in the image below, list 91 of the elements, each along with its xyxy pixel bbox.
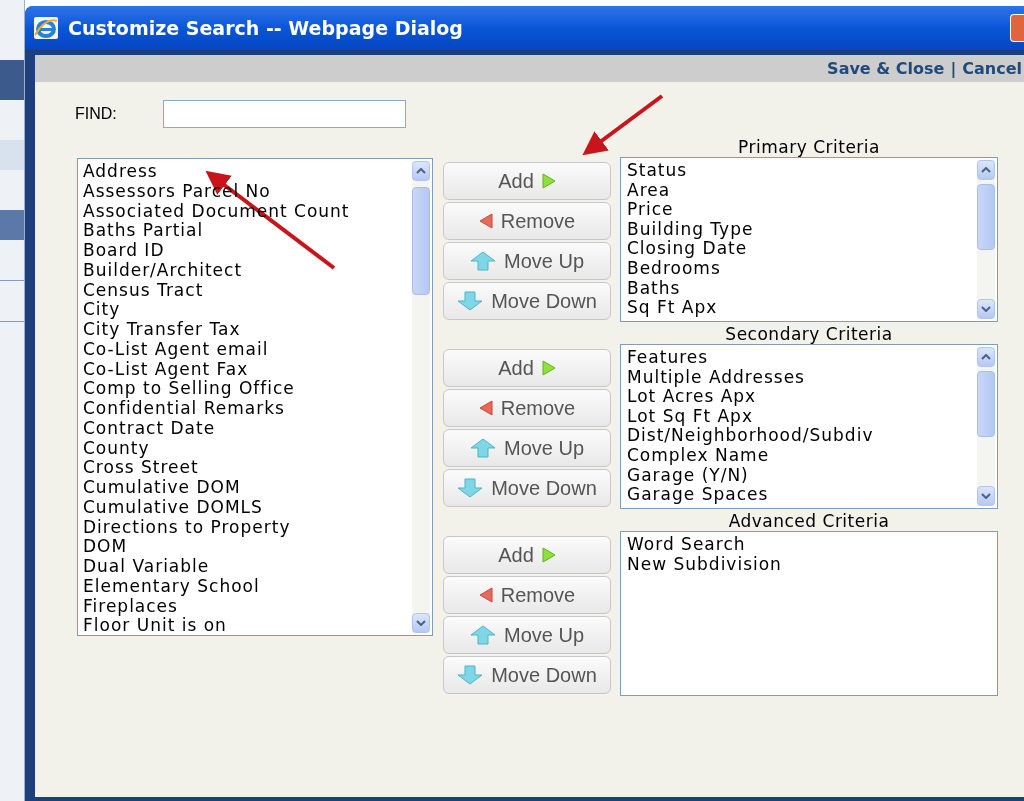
- list-item[interactable]: Sq Ft Apx: [627, 298, 718, 318]
- list-item[interactable]: Bedrooms: [627, 258, 721, 279]
- find-label: FIND:: [75, 104, 118, 124]
- scrollbar-thumb[interactable]: [412, 187, 430, 295]
- list-item[interactable]: Elementary School: [83, 576, 260, 597]
- list-item[interactable]: Building Type: [627, 219, 754, 240]
- play-left-icon: [478, 587, 493, 603]
- list-item[interactable]: Directions to Property: [83, 517, 291, 538]
- scrollbar[interactable]: [412, 161, 430, 633]
- list-item[interactable]: Complex Name: [627, 445, 770, 466]
- chevron-up-icon: [416, 168, 426, 174]
- scrollbar[interactable]: [977, 160, 995, 319]
- list-item[interactable]: Lot Acres Apx: [627, 387, 757, 407]
- down-button[interactable]: Move Down: [443, 282, 611, 320]
- list-item[interactable]: Address: [83, 162, 158, 182]
- criteria-title: Primary Criteria: [738, 138, 880, 157]
- list-item[interactable]: Garage (Y/N): [627, 465, 749, 486]
- up-button[interactable]: Move Up: [443, 616, 611, 654]
- criteria-list[interactable]: Features Multiple Addresses Lot Acres Apx Lot Sq Ft Apx Dist/Neighborhood/Subdiv Complex Name Garage (Y/N) Garage Spaces: [620, 344, 998, 509]
- browser-logo-icon: [32, 15, 60, 41]
- list-item[interactable]: Co-List Agent email: [83, 339, 269, 360]
- criteria-title: Secondary Criteria: [725, 325, 893, 344]
- add-button[interactable]: Add: [443, 162, 611, 200]
- list-item[interactable]: Baths Partial: [83, 221, 204, 241]
- chevron-up-icon: [981, 354, 991, 360]
- chevron-up-icon: [981, 167, 991, 173]
- list-item[interactable]: Contract Date: [83, 418, 216, 439]
- close-button[interactable]: [1010, 14, 1024, 42]
- list-item[interactable]: Dist/Neighborhood/Subdiv: [627, 426, 874, 446]
- list-item[interactable]: Builder/Architect: [83, 260, 243, 281]
- list-item[interactable]: Co-List Agent Fax: [83, 359, 249, 380]
- remove-button[interactable]: Remove: [443, 202, 611, 240]
- list-item[interactable]: Cumulative DOM: [83, 478, 241, 498]
- up-button[interactable]: Move Up: [443, 242, 611, 280]
- list-item[interactable]: Cross Street: [83, 458, 199, 478]
- scrollbar-thumb[interactable]: [977, 184, 995, 250]
- list-item[interactable]: New Subdivision: [627, 554, 782, 575]
- list-item[interactable]: Floor Unit is on: [83, 616, 227, 636]
- list-item[interactable]: Cumulative DOMLS: [83, 497, 263, 518]
- scrollbar[interactable]: [977, 347, 995, 506]
- find-field[interactable]: [163, 100, 406, 128]
- arrow-up-icon: [470, 251, 496, 271]
- play-right-icon: [541, 547, 556, 563]
- criteria-title: Advanced Criteria: [728, 512, 890, 531]
- play-left-icon: [478, 400, 493, 416]
- chevron-down-icon: [416, 620, 426, 626]
- down-button[interactable]: Move Down: [443, 469, 611, 507]
- available-fields-list[interactable]: [77, 158, 433, 636]
- list-item[interactable]: County: [83, 438, 150, 459]
- list-item[interactable]: Confidential Remarks: [83, 399, 285, 419]
- separator: |: [950, 57, 957, 80]
- criteria-list[interactable]: Word Search New Subdivision: [620, 531, 998, 696]
- list-item[interactable]: Dual Variable: [83, 557, 210, 577]
- list-item[interactable]: Lot Sq Ft Apx: [627, 406, 753, 427]
- list-item[interactable]: Price: [627, 200, 674, 220]
- add-button[interactable]: Add: [443, 349, 611, 387]
- list-item[interactable]: Word Search: [627, 535, 746, 555]
- scrollbar-thumb[interactable]: [977, 371, 995, 437]
- save-close-link[interactable]: Save & Close: [827, 56, 945, 81]
- list-item[interactable]: Baths: [627, 278, 681, 299]
- up-button[interactable]: Move Up: [443, 429, 611, 467]
- list-item[interactable]: DOM: [83, 537, 128, 557]
- list-item[interactable]: Closing Date: [627, 239, 748, 259]
- play-right-icon: [541, 360, 556, 376]
- arrow-down-icon: [457, 291, 484, 311]
- list-item[interactable]: Features: [627, 348, 709, 368]
- arrow-down-icon: [457, 478, 484, 498]
- play-right-icon: [541, 173, 556, 189]
- list-item[interactable]: Area: [627, 180, 671, 201]
- list-item[interactable]: Multiple Addresses: [627, 367, 805, 388]
- arrow-up-icon: [470, 625, 496, 645]
- window-title: Customize Search -- Webpage Dialog: [68, 15, 463, 41]
- arrow-up-icon: [470, 438, 496, 458]
- list-item[interactable]: Status: [627, 161, 688, 181]
- arrow-down-icon: [457, 665, 484, 685]
- cancel-link[interactable]: Cancel: [962, 56, 1022, 81]
- list-item[interactable]: Comp to Selling Office: [83, 379, 295, 399]
- remove-button[interactable]: Remove: [443, 389, 611, 427]
- play-left-icon: [478, 213, 493, 229]
- chevron-down-icon: [981, 493, 991, 499]
- list-item[interactable]: City Transfer Tax: [83, 320, 241, 340]
- list-item[interactable]: Census Tract: [83, 280, 204, 301]
- chevron-down-icon: [981, 306, 991, 312]
- remove-button[interactable]: Remove: [443, 576, 611, 614]
- list-item[interactable]: Fireplaces: [83, 596, 178, 617]
- list-item[interactable]: Garage Spaces: [627, 485, 769, 505]
- list-item[interactable]: City: [83, 300, 121, 320]
- list-item[interactable]: Board ID: [83, 241, 165, 261]
- criteria-list[interactable]: Status Area Price Building Type Closing Date Bedrooms Baths Sq Ft Apx: [620, 157, 998, 322]
- down-button[interactable]: Move Down: [443, 656, 611, 694]
- add-button[interactable]: Add: [443, 536, 611, 574]
